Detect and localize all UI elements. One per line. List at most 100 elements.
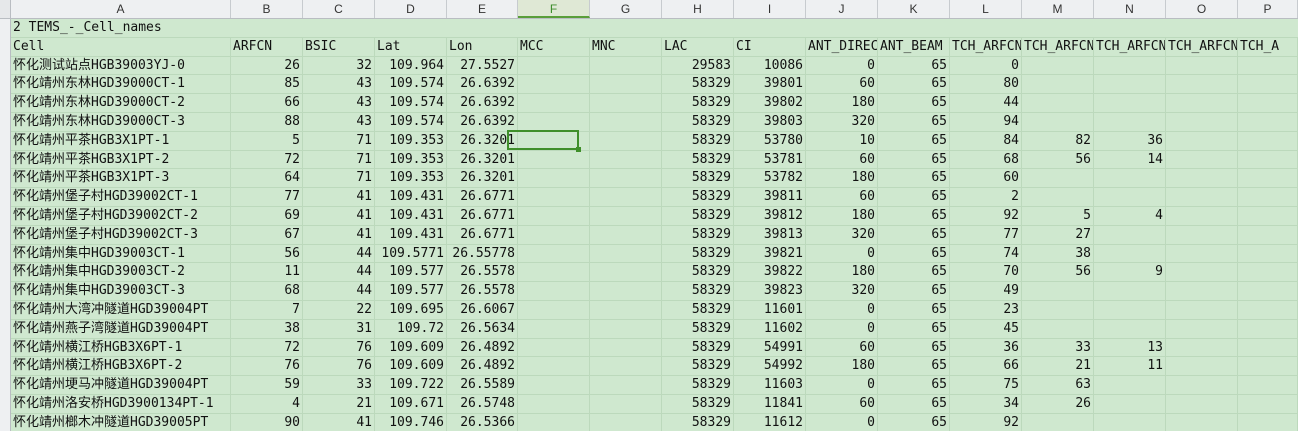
cell-c[interactable]: 33 <box>303 376 375 395</box>
header-cell-g[interactable]: MNC <box>590 37 662 56</box>
cell-a[interactable]: 怀化靖州榔木冲隧道HGD39005PT <box>11 413 231 431</box>
cell-m[interactable] <box>1022 413 1094 431</box>
cell-k[interactable]: 65 <box>878 282 950 301</box>
cell-j[interactable]: 180 <box>806 263 878 282</box>
cell-m[interactable] <box>1022 75 1094 94</box>
cell-c[interactable]: 41 <box>303 413 375 431</box>
cell-a[interactable]: 怀化靖州东林HGD39000CT-3 <box>11 112 231 131</box>
cell-d[interactable]: 109.609 <box>375 357 447 376</box>
cell-b[interactable]: 7 <box>231 300 303 319</box>
cell-i[interactable]: 11602 <box>734 319 806 338</box>
cell-b[interactable]: 66 <box>231 94 303 113</box>
column-header-g[interactable]: G <box>590 0 662 18</box>
cell-d[interactable]: 109.609 <box>375 338 447 357</box>
cell-e[interactable]: 26.6771 <box>447 188 518 207</box>
cell-f[interactable] <box>518 94 590 113</box>
cell-e[interactable]: 26.3201 <box>447 150 518 169</box>
cell-j[interactable]: 60 <box>806 338 878 357</box>
cell-i[interactable]: 39812 <box>734 206 806 225</box>
cell-d[interactable]: 109.577 <box>375 282 447 301</box>
cell-h[interactable]: 58329 <box>662 244 734 263</box>
cell-k[interactable]: 65 <box>878 206 950 225</box>
cell-d[interactable]: 109.72 <box>375 319 447 338</box>
cell-a[interactable]: 怀化靖州平茶HGB3X1PT-2 <box>11 150 231 169</box>
cell-e[interactable]: 26.6392 <box>447 75 518 94</box>
cell-e[interactable]: 26.5589 <box>447 376 518 395</box>
header-cell-a[interactable]: Cell <box>11 37 231 56</box>
cell-o[interactable] <box>1166 413 1238 431</box>
cell-l[interactable]: 23 <box>950 300 1022 319</box>
cell-l[interactable]: 66 <box>950 357 1022 376</box>
cell-a[interactable]: 怀化靖州堡子村HGD39002CT-2 <box>11 206 231 225</box>
cell-g[interactable] <box>590 394 662 413</box>
cell-l[interactable]: 92 <box>950 413 1022 431</box>
cell-h[interactable]: 58329 <box>662 319 734 338</box>
cell-o[interactable] <box>1166 338 1238 357</box>
cell-h[interactable]: 58329 <box>662 413 734 431</box>
cell-b[interactable]: 5 <box>231 131 303 150</box>
cell-d[interactable]: 109.577 <box>375 263 447 282</box>
cell-j[interactable]: 320 <box>806 282 878 301</box>
cell-n[interactable] <box>1094 319 1166 338</box>
cell-e[interactable]: 26.6392 <box>447 94 518 113</box>
cell-d[interactable]: 109.695 <box>375 300 447 319</box>
cell-d[interactable]: 109.574 <box>375 94 447 113</box>
cell-o[interactable] <box>1166 169 1238 188</box>
cell-o[interactable] <box>1166 394 1238 413</box>
cell-l[interactable]: 74 <box>950 244 1022 263</box>
cell-m[interactable]: 56 <box>1022 263 1094 282</box>
column-header-i[interactable]: I <box>734 0 806 18</box>
cell-p[interactable] <box>1238 225 1298 244</box>
cell-f[interactable] <box>518 206 590 225</box>
cell-h[interactable]: 58329 <box>662 206 734 225</box>
cell-h[interactable]: 58329 <box>662 150 734 169</box>
cell-g[interactable] <box>590 94 662 113</box>
cell-p[interactable] <box>1238 188 1298 207</box>
cell-o[interactable] <box>1166 282 1238 301</box>
cell-f[interactable] <box>518 282 590 301</box>
cell-l[interactable]: 77 <box>950 225 1022 244</box>
cell-i[interactable]: 11841 <box>734 394 806 413</box>
cell-e[interactable]: 26.6067 <box>447 300 518 319</box>
cell-g[interactable] <box>590 300 662 319</box>
cell-n[interactable] <box>1094 413 1166 431</box>
cell-g[interactable] <box>590 413 662 431</box>
cell-g[interactable] <box>590 75 662 94</box>
cell-n[interactable] <box>1094 394 1166 413</box>
cell-j[interactable]: 0 <box>806 56 878 75</box>
cell-d[interactable]: 109.353 <box>375 131 447 150</box>
cell-o[interactable] <box>1166 94 1238 113</box>
cell-h[interactable]: 58329 <box>662 338 734 357</box>
cell-d[interactable]: 109.574 <box>375 75 447 94</box>
cell-a[interactable]: 怀化靖州集中HGD39003CT-2 <box>11 263 231 282</box>
cell-a[interactable]: 怀化靖州东林HGD39000CT-2 <box>11 94 231 113</box>
cell-j[interactable]: 180 <box>806 169 878 188</box>
cell-b[interactable]: 88 <box>231 112 303 131</box>
cell-a[interactable]: 怀化靖州洛安桥HGD3900134PT-1 <box>11 394 231 413</box>
cell-l[interactable]: 80 <box>950 75 1022 94</box>
cell-k[interactable]: 65 <box>878 357 950 376</box>
cell-h[interactable]: 58329 <box>662 225 734 244</box>
cell-d[interactable]: 109.431 <box>375 206 447 225</box>
cell-j[interactable]: 0 <box>806 244 878 263</box>
cell-n[interactable]: 11 <box>1094 357 1166 376</box>
cell-j[interactable]: 60 <box>806 394 878 413</box>
cell-l[interactable]: 92 <box>950 206 1022 225</box>
cell-j[interactable]: 320 <box>806 225 878 244</box>
cell-j[interactable]: 0 <box>806 300 878 319</box>
column-header-c[interactable]: C <box>303 0 375 18</box>
cell-k[interactable]: 65 <box>878 244 950 263</box>
cell-e[interactable]: 26.55778 <box>447 244 518 263</box>
cell-p[interactable] <box>1238 94 1298 113</box>
cell-o[interactable] <box>1166 263 1238 282</box>
cell-l[interactable]: 34 <box>950 394 1022 413</box>
cell-a[interactable]: 怀化靖州大湾冲隧道HGD39004PT <box>11 300 231 319</box>
cell-p[interactable] <box>1238 150 1298 169</box>
cell-p[interactable] <box>1238 112 1298 131</box>
cell-h[interactable]: 58329 <box>662 263 734 282</box>
cell-p[interactable] <box>1238 131 1298 150</box>
cell-e[interactable]: 26.6771 <box>447 225 518 244</box>
cell-d[interactable]: 109.574 <box>375 112 447 131</box>
cell-c[interactable]: 31 <box>303 319 375 338</box>
column-header-e[interactable]: E <box>447 0 518 18</box>
